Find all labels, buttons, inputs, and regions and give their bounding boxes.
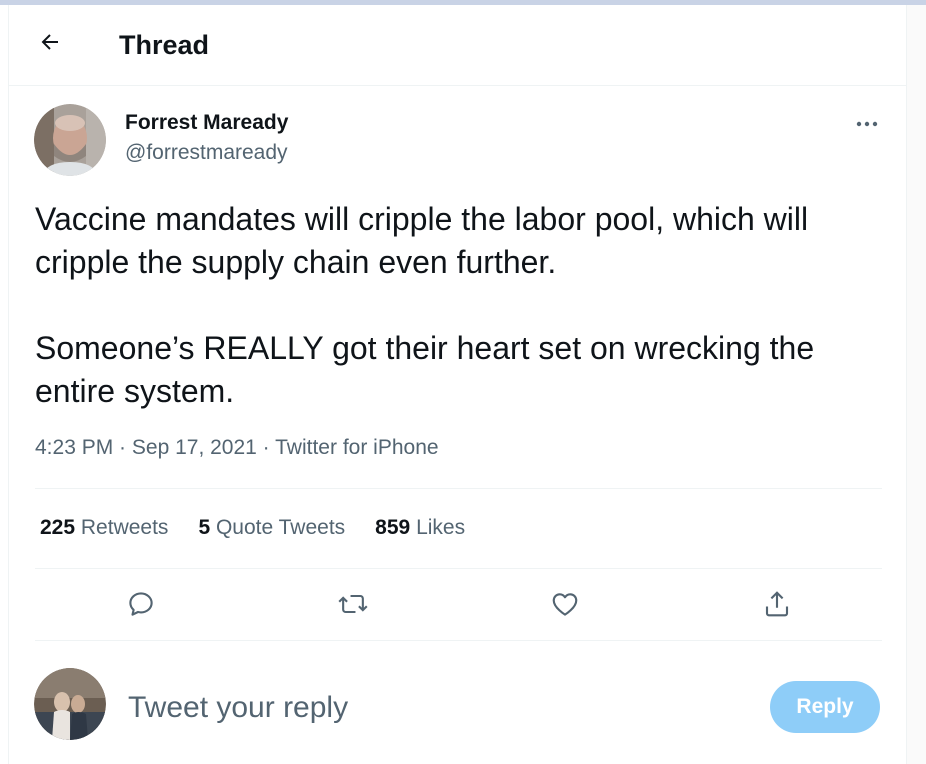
divider — [35, 488, 882, 489]
thread-header: Thread — [9, 5, 906, 86]
column-border-left — [8, 5, 9, 764]
quote-tweets-stat[interactable]: 5 Quote Tweets — [198, 514, 345, 542]
tweet-metadata: 4:23 PM · Sep 17, 2021 · Twitter for iPh… — [35, 434, 439, 462]
reply-icon — [126, 589, 156, 624]
retweet-icon — [337, 589, 369, 624]
more-options-button[interactable] — [850, 108, 884, 138]
divider — [35, 640, 882, 641]
reply-button[interactable] — [121, 586, 161, 626]
reply-submit-button[interactable]: Reply — [770, 681, 880, 733]
likes-label: Likes — [416, 516, 466, 539]
page-title: Thread — [119, 30, 210, 60]
author-name[interactable]: Forrest Maready — [125, 110, 288, 136]
tweet-paragraph: Vaccine mandates will cripple the labor … — [35, 201, 809, 280]
author-handle[interactable]: @forrestmaready — [125, 140, 288, 166]
more-dots-icon — [856, 114, 878, 132]
retweets-count: 225 — [40, 516, 76, 539]
tweet-source[interactable]: Twitter for iPhone — [275, 436, 438, 459]
tweet-stats: 225 Retweets 5 Quote Tweets 859 Likes — [40, 514, 495, 542]
like-button[interactable] — [545, 586, 585, 626]
user-avatar[interactable] — [34, 668, 106, 740]
retweet-button[interactable] — [333, 586, 373, 626]
quote-tweets-count: 5 — [198, 516, 211, 539]
quote-tweets-label: Quote Tweets — [215, 516, 346, 539]
tweet-paragraph: Someone’s REALLY got their heart set on … — [35, 330, 815, 409]
meta-separator: · — [256, 436, 276, 459]
app-frame: Thread Forrest Maready @forrestmaready V… — [0, 0, 926, 764]
tweet-date[interactable]: Sep 17, 2021 — [132, 436, 257, 459]
meta-separator: · — [113, 436, 132, 459]
share-button[interactable] — [757, 586, 797, 626]
author-avatar[interactable] — [34, 104, 106, 176]
back-button[interactable] — [33, 27, 67, 61]
likes-count: 859 — [375, 516, 411, 539]
reply-input[interactable] — [128, 688, 728, 728]
retweets-label: Retweets — [80, 516, 169, 539]
share-icon — [762, 589, 792, 624]
retweets-stat[interactable]: 225 Retweets — [40, 514, 168, 542]
tweet-text: Vaccine mandates will cripple the labor … — [35, 198, 895, 413]
heart-icon — [550, 589, 580, 624]
arrow-left-icon — [38, 30, 62, 59]
tweet-time[interactable]: 4:23 PM — [35, 436, 113, 459]
right-gutter — [907, 5, 926, 764]
likes-stat[interactable]: 859 Likes — [375, 514, 465, 542]
divider — [35, 568, 882, 569]
